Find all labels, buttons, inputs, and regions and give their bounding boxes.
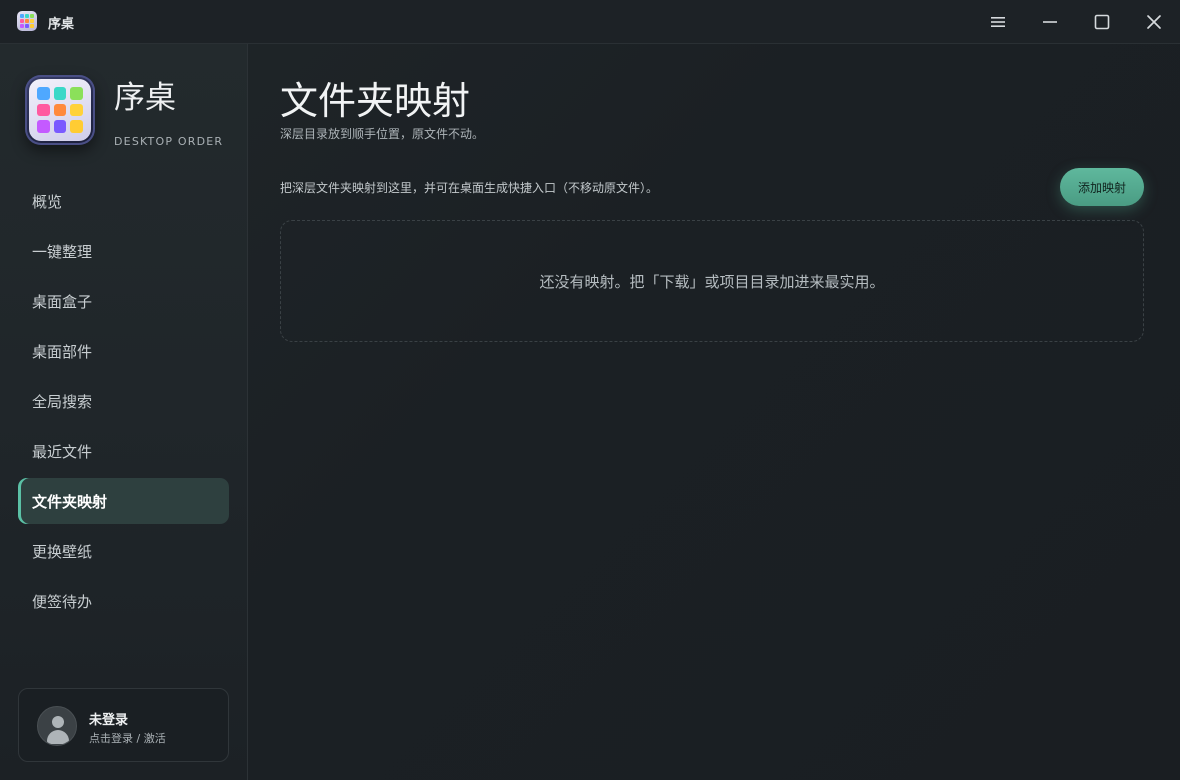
app-window: 序桌 序桌 DESKTOP ORDER 概览 一键整理 桌面盒子 桌面部件 全局… [0,0,1180,780]
sidebar-nav: 概览 一键整理 桌面盒子 桌面部件 全局搜索 最近文件 文件夹映射 更换壁纸 便… [18,178,229,628]
sidebar-item-label: 更换壁纸 [32,542,93,561]
sidebar-item-overview[interactable]: 概览 [18,178,229,224]
sidebar-item-folder-mapping[interactable]: 文件夹映射 [18,478,229,524]
sidebar-item-label: 全局搜索 [32,392,93,411]
title-bar: 序桌 [0,0,1180,44]
sidebar-item-label: 便签待办 [32,592,93,611]
sidebar-item-label: 概览 [32,192,63,211]
section-description: 把深层文件夹映射到这里，并可在桌面生成快捷入口（不移动原文件）。 [280,181,659,195]
sidebar-item-recent-files[interactable]: 最近文件 [18,428,229,474]
sidebar-item-notes-todo[interactable]: 便签待办 [18,578,229,624]
avatar [37,706,77,746]
sidebar-item-label: 桌面盒子 [32,292,93,311]
empty-state-message: 还没有映射。把「下载」或项目目录加进来最实用。 [539,272,885,291]
brand-logo-icon [25,75,95,145]
sidebar-item-desktop-box[interactable]: 桌面盒子 [18,278,229,324]
brand-subtitle: DESKTOP ORDER [114,135,224,148]
sidebar-item-label: 桌面部件 [32,342,93,361]
page-subtitle: 深层目录放到顺手位置，原文件不动。 [280,127,485,141]
main-content: 文件夹映射 深层目录放到顺手位置，原文件不动。 把深层文件夹映射到这里，并可在桌… [248,44,1180,780]
user-name: 未登录 [89,713,129,728]
add-mapping-button[interactable]: 添加映射 [1060,168,1144,206]
minimize-icon[interactable] [1036,8,1064,36]
sidebar-item-label: 一键整理 [32,242,93,261]
sidebar-item-label: 最近文件 [32,442,93,461]
user-login-link[interactable]: 点击登录 / 激活 [89,730,166,746]
sidebar: 序桌 DESKTOP ORDER 概览 一键整理 桌面盒子 桌面部件 全局搜索 … [0,44,248,780]
user-card[interactable]: 未登录 点击登录 / 激活 [18,688,229,762]
sidebar-item-wallpaper[interactable]: 更换壁纸 [18,528,229,574]
brand-name: 序桌 [114,80,176,116]
menu-icon[interactable] [984,8,1012,36]
sidebar-item-desktop-widgets[interactable]: 桌面部件 [18,328,229,374]
close-icon[interactable] [1140,8,1168,36]
window-title: 序桌 [48,17,75,32]
sidebar-item-label: 文件夹映射 [32,492,108,511]
maximize-icon[interactable] [1088,8,1116,36]
empty-state: 还没有映射。把「下载」或项目目录加进来最实用。 [280,220,1144,342]
sidebar-item-quick-organize[interactable]: 一键整理 [18,228,229,274]
page-title: 文件夹映射 [280,79,471,123]
sidebar-item-global-search[interactable]: 全局搜索 [18,378,229,424]
app-logo-icon [17,11,37,31]
